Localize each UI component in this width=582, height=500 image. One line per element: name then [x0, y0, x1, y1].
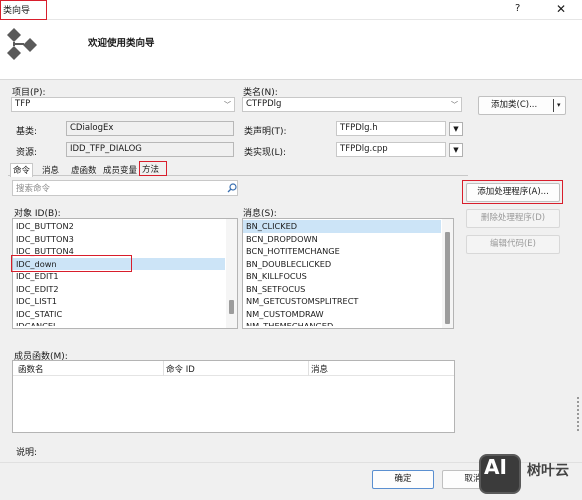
- resize-grip[interactable]: [576, 396, 580, 432]
- list-item[interactable]: IDC_EDIT2: [13, 283, 237, 296]
- column-header[interactable]: 函数名: [18, 363, 44, 375]
- chevron-down-icon: ﹀: [224, 101, 231, 109]
- chevron-down-icon: ﹀: [451, 101, 458, 109]
- close-icon[interactable]: ✕: [556, 2, 566, 16]
- project-combo[interactable]: TFP ﹀: [11, 97, 235, 112]
- search-placeholder: 搜索命令: [16, 184, 51, 194]
- scrollbar-thumb[interactable]: [229, 300, 234, 314]
- class-impl-dropdown-button[interactable]: ▼: [449, 143, 463, 157]
- add-handler-highlight: [462, 180, 563, 204]
- title-bar: [0, 0, 582, 20]
- add-class-button[interactable]: 添加类(C)... ▾: [478, 96, 566, 115]
- list-item[interactable]: NM_THEMECHANGED: [243, 320, 453, 326]
- messages-list[interactable]: BN_CLICKED BCN_DROPDOWN BCN_HOTITEMCHANG…: [242, 218, 454, 329]
- class-decl-dropdown-button[interactable]: ▼: [449, 122, 463, 136]
- description-label: 说明:: [16, 448, 38, 458]
- list-item[interactable]: BN_SETFOCUS: [243, 283, 453, 296]
- watermark-logo-text: AI: [484, 455, 507, 479]
- search-icon[interactable]: [227, 183, 237, 193]
- tab-commands[interactable]: 命令: [10, 163, 34, 177]
- window-title: 类向导: [3, 6, 31, 16]
- tab-messages[interactable]: 消息: [40, 164, 61, 176]
- column-divider: [163, 361, 164, 376]
- column-header[interactable]: 命令 ID: [166, 363, 195, 375]
- column-header[interactable]: 消息: [311, 363, 328, 375]
- class-impl-label: 类实现(L):: [244, 148, 287, 158]
- classname-value: CTFPDlg: [246, 99, 282, 109]
- split-divider: [553, 99, 554, 112]
- resource-label: 资源:: [16, 148, 38, 158]
- list-item[interactable]: IDC_LIST1: [13, 295, 237, 308]
- table-header: 函数名 命令 ID 消息: [13, 361, 454, 376]
- class-decl-field[interactable]: TFPDlg.h: [336, 121, 446, 136]
- chevron-down-icon[interactable]: ▾: [557, 97, 561, 114]
- resource-field: IDD_TFP_DIALOG: [66, 142, 234, 157]
- class-decl-label: 类声明(T):: [244, 127, 287, 137]
- member-functions-table[interactable]: 函数名 命令 ID 消息: [12, 360, 455, 433]
- classname-combo[interactable]: CTFPDlg ﹀: [242, 97, 462, 112]
- column-divider: [308, 361, 309, 376]
- list-item[interactable]: NM_CUSTOMDRAW: [243, 308, 453, 321]
- list-item[interactable]: BN_KILLFOCUS: [243, 270, 453, 283]
- list-item[interactable]: IDC_STATIC: [13, 308, 237, 321]
- class-impl-field[interactable]: TFPDlg.cpp: [336, 142, 446, 157]
- help-icon[interactable]: ?: [515, 3, 520, 14]
- tab-virtual-functions[interactable]: 虚函数: [69, 164, 99, 176]
- list-item[interactable]: BCN_DROPDOWN: [243, 233, 453, 246]
- object-ids-list[interactable]: IDC_BUTTON2 IDC_BUTTON3 IDC_BUTTON4 IDC_…: [12, 218, 238, 329]
- idc-down-highlight: [11, 255, 132, 272]
- list-item[interactable]: IDC_BUTTON3: [13, 233, 237, 246]
- list-item[interactable]: IDCANCEL: [13, 320, 237, 326]
- edit-code-button[interactable]: 编辑代码(E): [466, 235, 560, 254]
- list-item[interactable]: BN_DOUBLECLICKED: [243, 258, 453, 271]
- welcome-heading: 欢迎使用类向导: [88, 38, 155, 49]
- scrollbar-thumb[interactable]: [445, 232, 450, 324]
- list-item[interactable]: BCN_HOTITEMCHANGE: [243, 245, 453, 258]
- search-input[interactable]: 搜索命令: [12, 180, 238, 196]
- watermark-text: 树叶云: [527, 463, 569, 479]
- class-wizard-logo-icon: [7, 28, 37, 60]
- base-class-field: CDialogEx: [66, 121, 234, 136]
- list-item[interactable]: BN_CLICKED: [243, 220, 441, 233]
- base-label: 基类:: [16, 127, 38, 137]
- list-item[interactable]: NM_GETCUSTOMSPLITRECT: [243, 295, 453, 308]
- delete-handler-button[interactable]: 删除处理程序(D): [466, 209, 560, 228]
- tab-member-variables[interactable]: 成员变量: [101, 164, 139, 176]
- project-value: TFP: [15, 99, 31, 109]
- ok-button[interactable]: 确定: [372, 470, 434, 489]
- wizard-banner: [0, 20, 582, 80]
- list-item[interactable]: IDC_BUTTON2: [13, 220, 237, 233]
- tab-methods[interactable]: 方法: [139, 161, 167, 176]
